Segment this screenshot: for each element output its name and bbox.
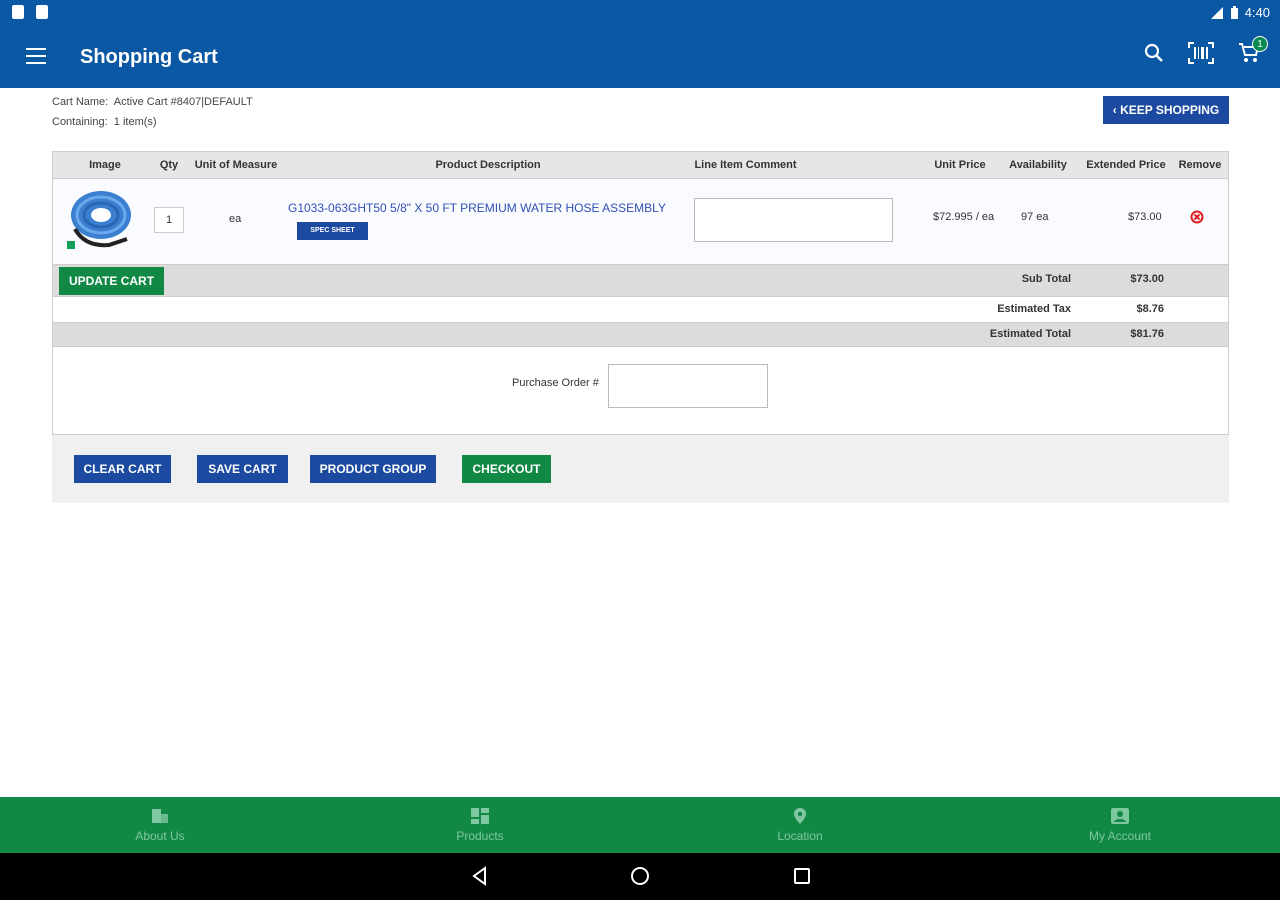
total-row: Estimated Total $81.76 [53, 323, 1228, 347]
tax-value: $8.76 [1136, 303, 1164, 315]
line-item-comment-input[interactable] [694, 198, 893, 242]
home-icon[interactable] [630, 866, 650, 886]
header-remove: Remove [1178, 159, 1222, 171]
header-qty: Qty [159, 159, 179, 171]
cart-button[interactable]: 1 [1238, 36, 1268, 64]
unit-price: $72.995 / ea [933, 211, 995, 223]
keep-shopping-button[interactable]: ‹ KEEP SHOPPING [1103, 96, 1229, 124]
cart-actions: CLEAR CART SAVE CART PRODUCT GROUP CHECK… [52, 435, 1229, 503]
containing-label: Containing: [52, 116, 108, 128]
cart-table: Image Qty Unit of Measure Product Descri… [52, 151, 1229, 435]
header-extended-price: Extended Price [1086, 159, 1166, 171]
header-comment: Line Item Comment [694, 159, 797, 171]
purchase-order-section: Purchase Order # [53, 347, 1228, 433]
nav-products[interactable]: Products [320, 797, 640, 853]
update-cart-button[interactable]: UPDATE CART [59, 267, 164, 295]
app-bar: Shopping Cart 1 [0, 26, 1280, 88]
table-row: 1 ea G1033-063GHT50 5/8" X 50 FT PREMIUM… [53, 179, 1228, 265]
android-notification-icon [36, 5, 48, 19]
nav-about-us[interactable]: About Us [0, 797, 320, 853]
nav-my-account[interactable]: My Account [960, 797, 1280, 853]
checkout-button[interactable]: CHECKOUT [462, 455, 551, 483]
location-pin-icon [794, 808, 806, 824]
nav-location[interactable]: Location [640, 797, 960, 853]
cart-count-badge: 1 [1252, 36, 1268, 52]
purchase-order-input[interactable] [608, 364, 768, 408]
extended-price: $73.00 [1128, 211, 1162, 223]
spec-sheet-button[interactable]: SPEC SHEET [297, 222, 368, 240]
notification-icon [12, 5, 24, 19]
save-cart-button[interactable]: SAVE CART [197, 455, 288, 483]
header-availability: Availability [1009, 159, 1067, 171]
page-title: Shopping Cart [80, 46, 218, 68]
header-image: Image [89, 159, 121, 171]
subtotal-label: Sub Total [1021, 273, 1071, 285]
search-icon[interactable] [1144, 43, 1164, 63]
nav-label: About Us [135, 829, 185, 843]
product-group-button[interactable]: PRODUCT GROUP [310, 455, 436, 483]
account-icon [1111, 808, 1129, 824]
system-navigation-bar [0, 853, 1280, 900]
header-uom: Unit of Measure [194, 159, 278, 171]
table-header: Image Qty Unit of Measure Product Descri… [53, 152, 1228, 179]
bottom-navigation: About Us Products Location My Account [0, 797, 1280, 853]
no-signal-icon [1210, 6, 1223, 19]
menu-icon[interactable] [26, 48, 46, 64]
tax-row: Estimated Tax $8.76 [53, 297, 1228, 323]
total-label: Estimated Total [989, 328, 1071, 340]
building-icon [152, 809, 168, 823]
purchase-order-label: Purchase Order # [512, 377, 599, 389]
clear-cart-button[interactable]: CLEAR CART [74, 455, 171, 483]
product-image[interactable] [65, 185, 135, 255]
tax-label: Estimated Tax [997, 303, 1071, 315]
availability: 97 ea [1021, 211, 1049, 223]
nav-label: My Account [1088, 829, 1152, 843]
subtotal-value: $73.00 [1130, 273, 1164, 285]
battery-icon [1230, 5, 1238, 19]
quantity-input[interactable]: 1 [154, 207, 184, 233]
header-unit-price: Unit Price [934, 159, 986, 171]
cart-name-label: Cart Name: [52, 96, 109, 108]
total-value: $81.76 [1130, 328, 1164, 340]
cart-name: Active Cart #8407|DEFAULT [113, 96, 253, 108]
header-description: Product Description [435, 159, 541, 171]
barcode-scan-icon[interactable] [1188, 42, 1214, 64]
item-count: 1 item(s) [113, 116, 157, 128]
cart-meta: Cart Name: Active Cart #8407|DEFAULT Con… [52, 92, 253, 132]
status-bar: 4:40 [0, 0, 1280, 26]
dashboard-icon [471, 808, 489, 824]
remove-icon[interactable] [1190, 210, 1204, 224]
nav-label: Location [777, 829, 823, 843]
product-description-link[interactable]: G1033-063GHT50 5/8" X 50 FT PREMIUM WATE… [288, 201, 666, 215]
unit-of-measure: ea [229, 213, 242, 225]
back-icon[interactable] [470, 866, 490, 886]
subtotal-row: UPDATE CART Sub Total $73.00 [53, 265, 1228, 297]
recents-icon[interactable] [792, 866, 812, 886]
nav-label: Products [456, 829, 504, 843]
status-time: 4:40 [1244, 5, 1270, 20]
